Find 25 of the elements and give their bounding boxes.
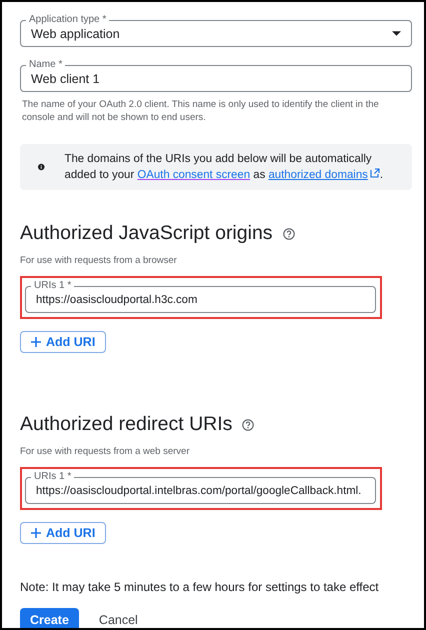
add-uri-button[interactable]: Add URI xyxy=(20,522,106,544)
help-icon[interactable] xyxy=(242,418,254,430)
field-value: https://oasiscloudportal.intelbras.com/portal/googleCallback.html. xyxy=(36,484,362,496)
field-label: Application type * xyxy=(26,14,110,26)
authorized-domains-link[interactable]: authorized domains xyxy=(268,169,380,181)
note-text: Note: It may take 5 minutes to a few hours for settings to take effect xyxy=(20,580,380,594)
dropdown-caret-icon xyxy=(392,31,401,36)
section-subtitle: For use with requests from a web server xyxy=(20,446,190,457)
select-value: Web application xyxy=(31,26,120,40)
section-heading: Authorized redirect URIs xyxy=(20,413,232,436)
create-button[interactable]: Create xyxy=(20,608,79,628)
add-uri-button[interactable]: Add URI xyxy=(20,331,106,353)
cancel-button[interactable]: Cancel xyxy=(88,608,148,628)
plus-icon xyxy=(31,337,41,347)
helper-text: The name of your OAuth 2.0 client. This name is only used to identify the client in the console and will not be shown to end users. xyxy=(22,98,380,124)
section-subtitle: For use with requests from a browser xyxy=(20,255,178,266)
field-value: Web client 1 xyxy=(31,72,100,86)
info-text: The domains of the URIs you add below will be automatically added to your OAuth consent screen as authorized domains . xyxy=(64,152,384,183)
help-icon[interactable] xyxy=(282,228,295,240)
external-link-icon xyxy=(370,168,380,178)
info-icon xyxy=(38,161,45,173)
consent-screen-link[interactable]: OAuth consent screen xyxy=(137,169,250,181)
section-heading: Authorized JavaScript origins xyxy=(20,222,273,245)
plus-icon xyxy=(31,528,41,538)
field-value: https://oasiscloudportal.h3c.com xyxy=(36,294,198,306)
